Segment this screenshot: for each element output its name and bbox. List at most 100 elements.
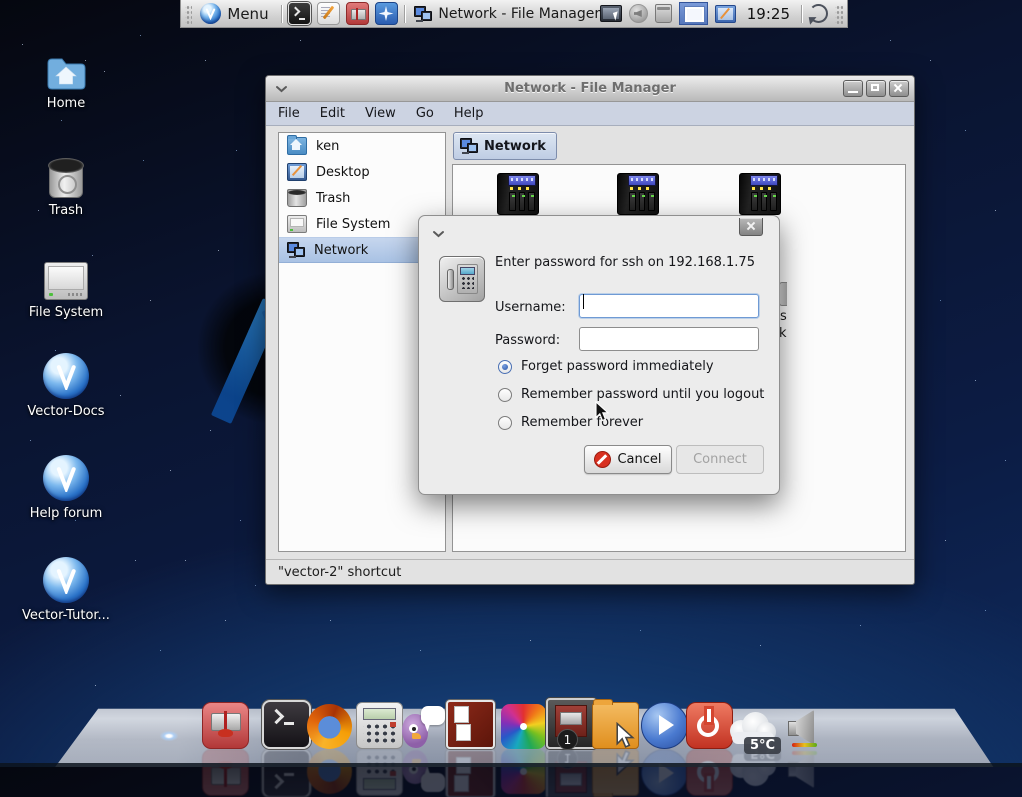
- radio-remember-until-logout[interactable]: Remember password until you logout: [498, 387, 764, 402]
- display-settings-icon[interactable]: [600, 5, 622, 22]
- radio-label: Forget password immediately: [521, 359, 714, 374]
- sidebar-item-desktop[interactable]: Desktop: [279, 159, 445, 185]
- package-updates-icon[interactable]: 1: [546, 698, 597, 749]
- radio-remember-forever[interactable]: Remember forever: [498, 415, 643, 430]
- package-manager-launcher-icon[interactable]: [346, 2, 369, 25]
- image-viewer-icon[interactable]: [501, 704, 546, 749]
- vector-globe-icon: [43, 455, 89, 501]
- panel-separator: [801, 5, 802, 23]
- trash-tray-icon[interactable]: [655, 4, 672, 23]
- drive-icon: [44, 262, 88, 300]
- radio-selected-icon[interactable]: [498, 360, 512, 374]
- username-input[interactable]: [579, 294, 759, 318]
- sidebar-item-label: ken: [316, 139, 339, 154]
- vector-globe-icon: [43, 557, 89, 603]
- menu-button[interactable]: Menu: [198, 2, 274, 25]
- volume-icon[interactable]: [782, 704, 827, 749]
- window-titlebar[interactable]: Network - File Manager: [266, 76, 914, 102]
- sidebar-item-ken[interactable]: ken: [279, 133, 445, 159]
- network-icon: [414, 6, 432, 22]
- settings-launcher-icon[interactable]: [375, 2, 398, 25]
- menu-bar: File Edit View Go Help: [266, 102, 914, 126]
- desktop-settings-icon[interactable]: [715, 5, 736, 23]
- weather-applet-icon[interactable]: 5°C: [728, 704, 773, 749]
- clock[interactable]: 19:25: [743, 5, 794, 23]
- taskbar-item-file-manager[interactable]: Network - File Manager: [410, 4, 593, 24]
- network-server-icon[interactable]: [497, 173, 539, 215]
- firefox-icon[interactable]: [307, 704, 352, 749]
- cancel-label: Cancel: [617, 452, 661, 467]
- vector-globe-icon: [43, 353, 89, 399]
- menu-go[interactable]: Go: [416, 106, 434, 121]
- window-title: Network - File Manager: [266, 81, 914, 96]
- partially-hidden-icon[interactable]: [779, 282, 787, 306]
- sound-tray-icon[interactable]: [629, 4, 648, 23]
- panel-grip-left[interactable]: [185, 4, 192, 24]
- sidebar-item-trash[interactable]: Trash: [279, 185, 445, 211]
- desktop-icon-home[interactable]: Home: [11, 55, 121, 111]
- session-restart-icon[interactable]: [809, 4, 828, 23]
- network-server-icon[interactable]: [617, 173, 659, 215]
- status-text: "vector-2" shortcut: [278, 565, 401, 580]
- panel-grip-right[interactable]: [835, 4, 843, 24]
- close-button[interactable]: [889, 80, 909, 97]
- radio-icon[interactable]: [498, 416, 512, 430]
- username-label: Username:: [495, 300, 566, 315]
- menu-file[interactable]: File: [278, 106, 300, 121]
- dialog-close-button[interactable]: [739, 218, 763, 236]
- ssh-password-dialog: Enter password for ssh on 192.168.1.75 U…: [418, 215, 780, 495]
- vectorlinux-logo-icon: [200, 3, 221, 24]
- starfield: [0, 0, 1, 1]
- desktop-icon-label: Help forum: [30, 506, 103, 521]
- minimize-button[interactable]: [843, 80, 863, 97]
- desktop-icon-label: Trash: [49, 203, 83, 218]
- network-icon: [460, 138, 478, 154]
- package-tool-icon[interactable]: [202, 702, 249, 749]
- network-server-icon[interactable]: [739, 173, 781, 215]
- menu-edit[interactable]: Edit: [320, 106, 345, 121]
- desktop-icon-label: Vector-Tutor...: [22, 608, 110, 623]
- maximize-button[interactable]: [866, 80, 886, 97]
- radio-icon[interactable]: [498, 388, 512, 402]
- menu-help[interactable]: Help: [454, 106, 484, 121]
- temperature-badge: 5°C: [744, 737, 781, 754]
- desktop-icon-label: Vector-Docs: [27, 404, 104, 419]
- office-documents-icon[interactable]: [446, 700, 495, 749]
- shade-chevron-icon[interactable]: [432, 223, 445, 242]
- dialog-message: Enter password for ssh on 192.168.1.75: [495, 254, 767, 272]
- desktop-icon-vector-tutorial[interactable]: Vector-Tutor...: [11, 557, 121, 623]
- password-label: Password:: [495, 333, 560, 348]
- sidebar-item-label: Trash: [316, 191, 350, 206]
- sidebar-item-label: File System: [316, 217, 390, 232]
- desktop-icon-vector-docs[interactable]: Vector-Docs: [11, 353, 121, 419]
- desktop-icon-file-system[interactable]: File System: [11, 262, 121, 320]
- password-input[interactable]: [579, 327, 759, 351]
- dock: 1 5°C: [0, 699, 1022, 749]
- cancel-button[interactable]: Cancel: [584, 445, 672, 474]
- calculator-icon[interactable]: [356, 702, 403, 749]
- media-player-icon[interactable]: [641, 702, 688, 749]
- panel-separator: [404, 5, 405, 23]
- system-tray: 19:25: [600, 2, 843, 25]
- desktop-icon-help-forum[interactable]: Help forum: [11, 455, 121, 521]
- desktop-icon-label: File System: [29, 305, 103, 320]
- shutdown-icon[interactable]: [686, 702, 733, 749]
- pidgin-messenger-icon[interactable]: [400, 704, 445, 749]
- menu-view[interactable]: View: [365, 106, 396, 121]
- desktop-icon-label: Home: [47, 96, 85, 111]
- desktop-icon-trash[interactable]: Trash: [11, 158, 121, 218]
- terminal-icon[interactable]: [262, 700, 311, 749]
- cursor-arrow-icon: [614, 722, 636, 750]
- terminal-launcher-icon[interactable]: [288, 2, 311, 25]
- drive-icon: [287, 215, 307, 233]
- connect-button-disabled[interactable]: Connect: [676, 445, 764, 474]
- text-editor-launcher-icon[interactable]: [317, 2, 340, 25]
- trash-icon: [47, 158, 85, 198]
- home-folder-icon: [45, 55, 87, 91]
- home-folder-icon: [287, 137, 307, 155]
- text-caret: [583, 294, 584, 309]
- workspace-pager[interactable]: [679, 2, 708, 25]
- radio-forget-password[interactable]: Forget password immediately: [498, 359, 714, 374]
- file-manager-icon[interactable]: [592, 702, 639, 749]
- breadcrumb-network-button[interactable]: Network: [453, 132, 557, 160]
